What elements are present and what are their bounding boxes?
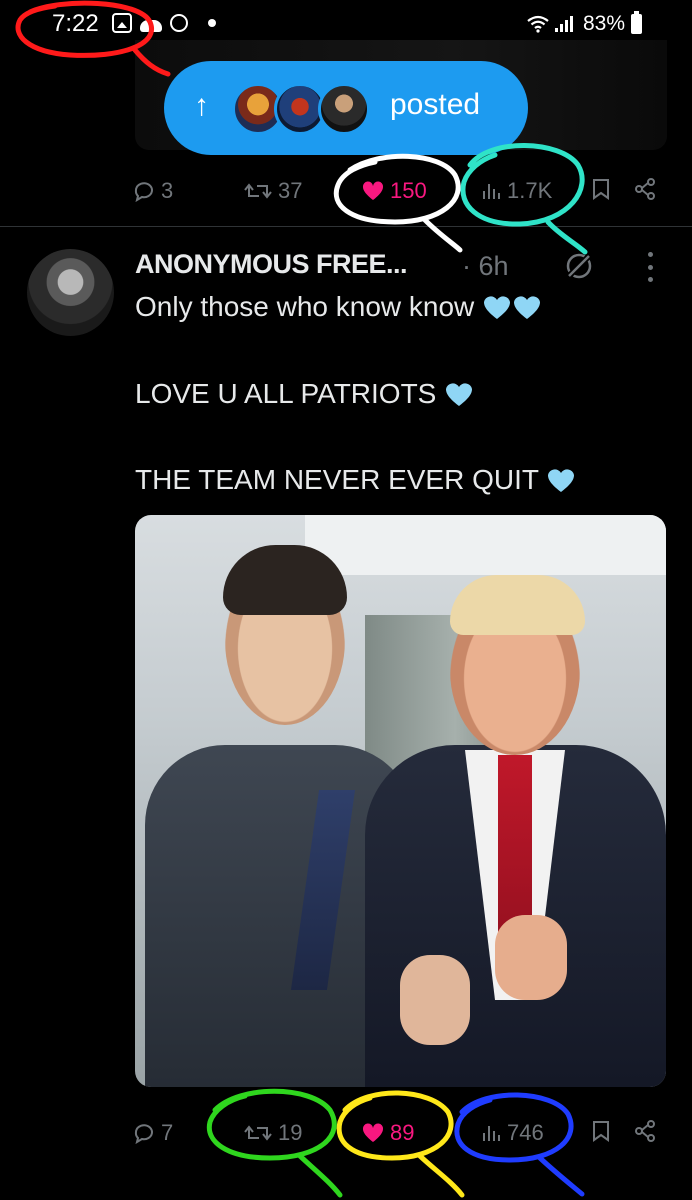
views-icon — [483, 1126, 500, 1141]
like-button[interactable]: 150 — [362, 178, 427, 204]
repost-button[interactable]: 19 — [244, 1120, 302, 1146]
pill-avatars — [232, 75, 382, 141]
views-count: 1.7K — [507, 178, 553, 203]
bookmark-button[interactable] — [592, 178, 610, 200]
more-options-icon[interactable] — [640, 252, 660, 282]
next-post-peek[interactable] — [80, 1188, 480, 1200]
grok-icon[interactable] — [563, 250, 595, 282]
repost-icon — [244, 1125, 272, 1141]
views-button[interactable]: 746 — [481, 1120, 544, 1146]
like-button[interactable]: 89 — [362, 1120, 414, 1146]
reply-button[interactable]: 3 — [133, 178, 173, 204]
share-icon — [635, 1120, 655, 1142]
like-count: 89 — [390, 1120, 415, 1145]
cloud-icon — [140, 20, 162, 32]
divider — [0, 226, 692, 227]
prev-post-action-bar: 3 37 150 1.7K — [0, 160, 692, 220]
views-icon — [483, 184, 500, 199]
reply-icon — [134, 182, 153, 202]
share-button[interactable] — [634, 1120, 656, 1142]
tweet-action-bar: 7 19 89 746 — [0, 1102, 692, 1162]
avatar — [318, 83, 370, 135]
like-count: 150 — [390, 178, 427, 203]
author-name[interactable]: ANONYMOUS FREE... — [135, 249, 408, 280]
reply-button[interactable]: 7 — [133, 1120, 173, 1146]
repost-count: 19 — [278, 1120, 303, 1145]
light-blue-heart-icon — [446, 383, 473, 406]
repost-count: 37 — [278, 178, 303, 203]
dot-icon — [208, 19, 216, 27]
battery-icon — [631, 11, 642, 34]
reply-count: 3 — [161, 178, 174, 203]
tweet-photo[interactable] — [135, 515, 666, 1087]
battery-percent: 83% — [582, 12, 625, 35]
repost-button[interactable]: 37 — [244, 178, 302, 204]
messenger-icon — [170, 14, 188, 32]
repost-icon — [244, 183, 272, 199]
new-posts-pill[interactable]: ↑ posted — [164, 61, 528, 155]
tweet-text-line: THE TEAM NEVER EVER QUIT — [135, 464, 576, 496]
bookmark-button[interactable] — [592, 1120, 610, 1142]
share-icon — [635, 178, 655, 200]
light-blue-heart-icon — [548, 469, 575, 492]
pill-label: posted — [390, 88, 481, 121]
reply-icon — [134, 1124, 153, 1144]
post-time[interactable]: · 6h — [462, 251, 509, 282]
share-button[interactable] — [634, 178, 656, 200]
gallery-icon — [112, 13, 132, 33]
tweet-text-line: LOVE U ALL PATRIOTS — [135, 378, 474, 410]
light-blue-heart-icon — [484, 296, 511, 319]
signal-icon — [554, 16, 573, 32]
bookmark-icon — [593, 179, 609, 200]
views-button[interactable]: 1.7K — [481, 178, 552, 204]
wifi-icon — [527, 15, 549, 33]
heart-filled-icon — [362, 1123, 384, 1142]
status-time: 7:22 — [52, 10, 99, 37]
light-blue-heart-icon — [514, 296, 541, 319]
author-avatar[interactable] — [27, 249, 114, 336]
tweet-text-line: Only those who know know — [135, 291, 542, 323]
bookmark-icon — [593, 1121, 609, 1142]
heart-filled-icon — [362, 181, 384, 200]
views-count: 746 — [507, 1120, 544, 1145]
arrow-up-icon: ↑ — [194, 89, 209, 122]
reply-count: 7 — [161, 1120, 174, 1145]
